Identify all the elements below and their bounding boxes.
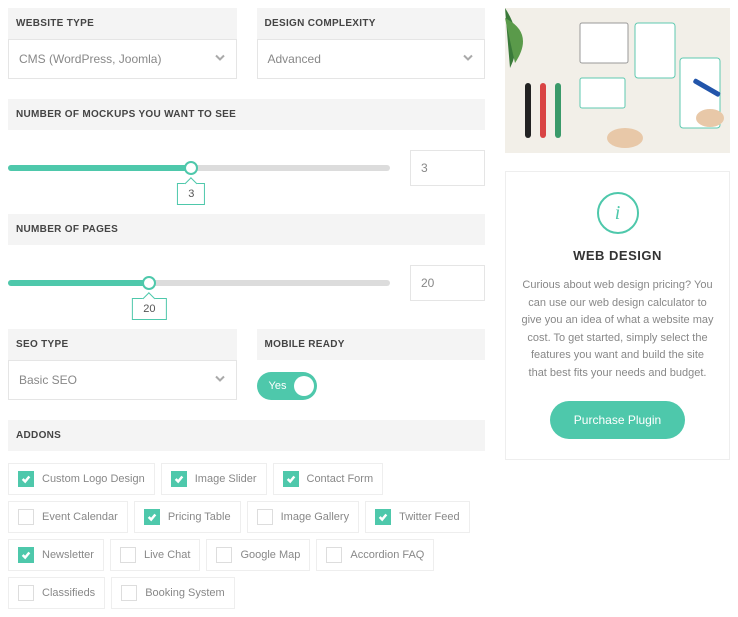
addon-label: Pricing Table — [168, 511, 231, 523]
checkbox-checked-icon — [375, 509, 391, 525]
pages-tooltip: 20 — [132, 298, 166, 320]
checkbox-icon — [120, 547, 136, 563]
mockups-slider[interactable]: 3 — [8, 165, 390, 171]
checkbox-icon — [121, 585, 137, 601]
checkbox-checked-icon — [18, 547, 34, 563]
website-type-select[interactable]: CMS (WordPress, Joomla) — [8, 39, 237, 79]
addon-label: Custom Logo Design — [42, 473, 145, 485]
pages-label: NUMBER OF PAGES — [8, 214, 485, 245]
addon-item[interactable]: Accordion FAQ — [316, 539, 434, 571]
addon-label: Newsletter — [42, 549, 94, 561]
addon-label: Google Map — [240, 549, 300, 561]
info-card: i WEB DESIGN Curious about web design pr… — [505, 171, 730, 460]
seo-type-value: Basic SEO — [19, 373, 77, 387]
toggle-label: Yes — [261, 380, 287, 392]
checkbox-icon — [18, 585, 34, 601]
checkbox-checked-icon — [144, 509, 160, 525]
checkbox-icon — [326, 547, 342, 563]
seo-type-label: SEO TYPE — [8, 329, 237, 360]
addon-label: Accordion FAQ — [350, 549, 424, 561]
addons-label: ADDONS — [8, 420, 485, 451]
website-type-value: CMS (WordPress, Joomla) — [19, 52, 161, 66]
toggle-knob — [294, 376, 314, 396]
addon-item[interactable]: Custom Logo Design — [8, 463, 155, 495]
addon-label: Image Gallery — [281, 511, 349, 523]
addon-item[interactable]: Twitter Feed — [365, 501, 470, 533]
addon-label: Classifieds — [42, 587, 95, 599]
addon-label: Live Chat — [144, 549, 190, 561]
card-body: Curious about web design pricing? You ca… — [521, 277, 714, 383]
mockups-label: NUMBER OF MOCKUPS YOU WANT TO SEE — [8, 99, 485, 130]
hero-image — [505, 8, 730, 153]
addon-item[interactable]: Classifieds — [8, 577, 105, 609]
design-complexity-value: Advanced — [268, 52, 321, 66]
seo-type-select[interactable]: Basic SEO — [8, 360, 237, 400]
addon-item[interactable]: Live Chat — [110, 539, 200, 571]
addon-item[interactable]: Image Gallery — [247, 501, 359, 533]
checkbox-checked-icon — [283, 471, 299, 487]
checkbox-icon — [257, 509, 273, 525]
chevron-down-icon — [214, 373, 226, 388]
design-complexity-label: DESIGN COMPLEXITY — [257, 8, 486, 39]
mobile-ready-toggle[interactable]: Yes — [257, 372, 317, 400]
chevron-down-icon — [214, 52, 226, 67]
mobile-ready-label: MOBILE READY — [257, 329, 486, 360]
addon-item[interactable]: Newsletter — [8, 539, 104, 571]
purchase-button[interactable]: Purchase Plugin — [550, 401, 685, 439]
addon-label: Event Calendar — [42, 511, 118, 523]
addon-label: Twitter Feed — [399, 511, 460, 523]
website-type-label: WEBSITE TYPE — [8, 8, 237, 39]
addon-item[interactable]: Google Map — [206, 539, 310, 571]
pages-slider[interactable]: 20 — [8, 280, 390, 286]
checkbox-icon — [216, 547, 232, 563]
design-complexity-select[interactable]: Advanced — [257, 39, 486, 79]
info-icon: i — [597, 192, 639, 234]
addon-item[interactable]: Event Calendar — [8, 501, 128, 533]
checkbox-checked-icon — [171, 471, 187, 487]
card-title: WEB DESIGN — [521, 248, 714, 263]
addon-item[interactable]: Booking System — [111, 577, 234, 609]
addon-label: Contact Form — [307, 473, 374, 485]
addons-list: Custom Logo Design Image Slider Contact Fo… — [8, 463, 485, 609]
checkbox-icon — [18, 509, 34, 525]
chevron-down-icon — [462, 52, 474, 67]
mockups-input[interactable]: 3 — [410, 150, 485, 186]
addon-label: Booking System — [145, 587, 224, 599]
addon-item[interactable]: Contact Form — [273, 463, 384, 495]
addon-item[interactable]: Pricing Table — [134, 501, 241, 533]
pages-input[interactable]: 20 — [410, 265, 485, 301]
addon-label: Image Slider — [195, 473, 257, 485]
checkbox-checked-icon — [18, 471, 34, 487]
addon-item[interactable]: Image Slider — [161, 463, 267, 495]
mockups-tooltip: 3 — [177, 183, 205, 205]
